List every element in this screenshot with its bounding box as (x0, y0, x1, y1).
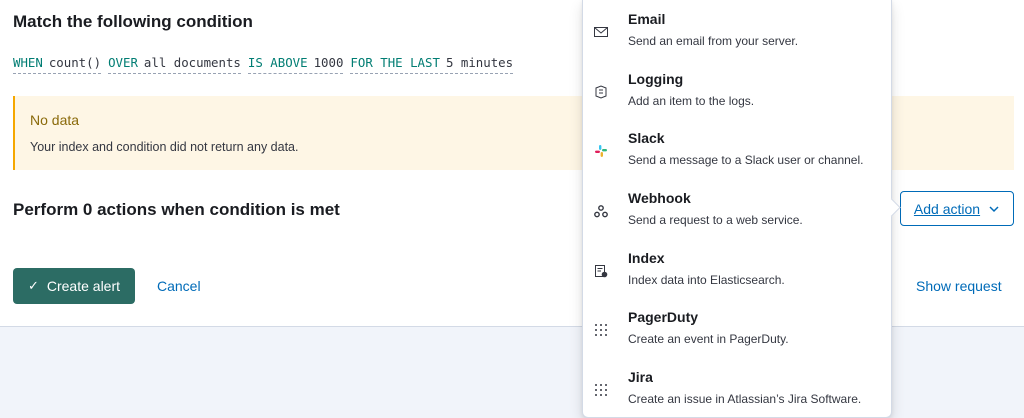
callout-body: Your index and condition did not return … (30, 140, 299, 154)
expr-threshold[interactable]: IS ABOVE 1000 (247, 55, 344, 74)
check-icon: ✓ (27, 278, 39, 293)
menu-item-description: Create an issue in Atlassian’s Jira Soft… (628, 392, 862, 406)
create-alert-label: Create alert (46, 278, 121, 294)
chevron-down-icon (989, 205, 999, 212)
add-action-label: Add action (913, 200, 981, 217)
menu-item-jira[interactable]: Jira Create an issue in Atlassian’s Jira… (583, 358, 891, 416)
expr-window[interactable]: FOR THE LAST 5 minutes (350, 55, 514, 74)
menu-item-pagerduty[interactable]: PagerDuty Create an event in PagerDuty. (583, 298, 891, 356)
index-icon (593, 263, 609, 279)
condition-title: Match the following condition (13, 12, 253, 31)
menu-item-description: Send a message to a Slack user or channe… (628, 153, 864, 167)
expr-when-agg[interactable]: WHEN count() (13, 55, 102, 74)
menu-item-index[interactable]: Index Index data into Elasticsearch. (583, 239, 891, 297)
expr-over[interactable]: OVER all documents (108, 55, 241, 74)
create-alert-button[interactable]: ✓ Create alert (13, 268, 135, 304)
menu-item-description: Send a request to a web service. (628, 213, 803, 227)
menu-item-name: PagerDuty (628, 309, 699, 325)
webhook-icon (593, 203, 609, 219)
menu-item-name: Index (628, 250, 665, 266)
menu-item-slack[interactable]: Slack Send a message to a Slack user or … (583, 119, 891, 177)
condition-expression: WHEN count() OVER all documents IS ABOVE 10… (13, 55, 514, 74)
menu-item-name: Jira (628, 369, 653, 385)
logging-icon (593, 84, 609, 100)
menu-item-description: Add an item to the logs. (628, 94, 755, 108)
action-type-menu: Email Send an email from your server. Lo… (582, 0, 892, 418)
slack-icon (593, 143, 609, 159)
menu-item-description: Create an event in PagerDuty. (628, 332, 789, 346)
grid-icon (593, 322, 609, 338)
menu-item-description: Index data into Elasticsearch. (628, 273, 785, 287)
grid-icon (593, 382, 609, 398)
menu-item-webhook[interactable]: Webhook Send a request to a web service. (583, 179, 891, 237)
menu-item-description: Send an email from your server. (628, 34, 799, 48)
callout-title: No data (30, 112, 80, 128)
menu-item-email[interactable]: Email Send an email from your server. (583, 0, 891, 58)
show-request-link[interactable]: Show request (916, 278, 1002, 294)
actions-title: Perform 0 actions when condition is met (13, 200, 340, 219)
menu-item-logging[interactable]: Logging Add an item to the logs. (583, 60, 891, 118)
menu-item-name: Slack (628, 130, 665, 146)
cancel-button[interactable]: Cancel (157, 278, 201, 294)
menu-item-name: Email (628, 11, 666, 27)
menu-item-name: Webhook (628, 190, 691, 206)
add-action-button[interactable]: Add action (900, 191, 1014, 226)
menu-item-name: Logging (628, 71, 684, 87)
mail-icon (593, 24, 609, 40)
